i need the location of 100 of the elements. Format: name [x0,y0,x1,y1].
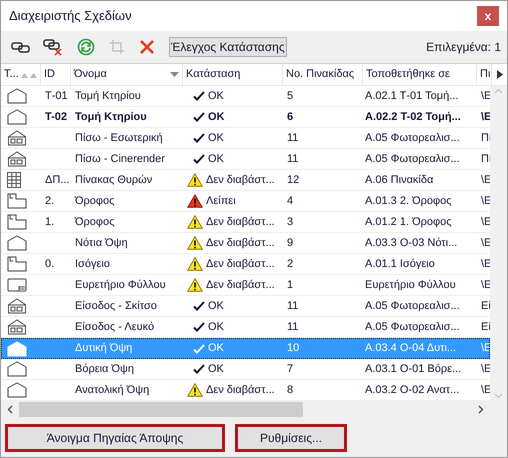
table-cell-text: Α.03.2 Ο-02 Ανατ... [365,382,460,398]
column-header[interactable]: Νο. Πινακίδας [286,66,354,83]
house-drawing-icon [7,151,27,167]
check-icon [193,344,205,354]
house-outline-icon [7,382,27,398]
dialog-button[interactable]: Ρυθμίσεις... [235,424,347,452]
table-cell-text: Ευρετήριο Φύλλου [365,278,456,293]
house-outline-icon [7,235,27,251]
house-drawing-icon [7,319,27,335]
warning-icon [187,236,203,250]
table-cell-text: 11 [287,130,298,146]
table-cell-text: Α.05 Φωτορεαλισ... [365,298,460,314]
table-cell-text: Δεν διαβάστ... [206,256,275,272]
sheet-icon [7,278,27,292]
table-cell-text: 1 [287,278,294,293]
column-header[interactable]: Τοποθετήθηκε σε [366,66,450,83]
house-outline-icon [7,88,27,104]
table-cell-text: ΟΚ [208,110,224,125]
table-cell-text: 11 [287,152,298,167]
dialog-button[interactable]: Άνοιγμα Πηγαίας Άποψης [5,424,225,452]
table-cell-text: 4 [287,194,294,209]
table-cell-text: Πίνακας Θυρών [75,172,152,188]
check-icon [193,112,205,122]
table-cell-text: ΟΚ [208,320,224,335]
table-cell-text: Είσοδος - Σκίτσο [75,298,157,314]
check-icon [193,133,205,143]
column-header[interactable]: Τ... [4,66,19,83]
check-icon [193,154,205,164]
table-cell-text: 11 [287,298,298,314]
check-icon [193,301,205,311]
table-cell-text: 3 [287,214,294,230]
table-cell-text: ΟΚ [208,341,224,356]
column-header[interactable]: ID [44,66,55,83]
table-cell-text: Α.01.3 2. Όροφος [365,194,452,209]
refresh-icon[interactable] [77,38,95,56]
column-header[interactable]: Κατάσταση [186,66,240,83]
table-cell-text: Τ-02 [45,110,68,125]
table-cell-text: Α.01.1 Ισόγειο [365,256,435,272]
check-icon [193,322,205,332]
table-cell-text: Α.05 Φωτορεαλισ... [365,320,460,335]
table-cell-text: Α.02.2 Τ-02 Τομή... [365,110,461,125]
scroll-right-icon[interactable] [478,405,484,414]
table-cell-text: 6 [287,110,294,125]
error-icon [187,194,203,208]
table-cell-text: ΟΚ [208,298,224,314]
table-cell-text: Όροφος [75,194,114,209]
table-cell-text: 12 [287,172,300,188]
table-cell-text: Α.05 Φωτορεαλισ... [365,152,460,167]
table-cell-text: Λείπει [206,194,236,209]
table-cell-text: 5 [287,88,294,104]
table-cell-text: Τομή Κτηρίου [75,88,141,104]
warning-icon [187,383,203,397]
house-drawing-icon [7,298,27,314]
table-cell-text: Δεν διαβάστ... [206,172,275,188]
table-cell-text: Δεν διαβάστ... [206,214,275,230]
table-cell-text: Τ-01 [45,88,68,104]
table-cell-text: ΟΚ [208,88,224,104]
warning-icon [187,278,203,292]
delete-icon[interactable] [139,39,155,55]
check-icon [193,91,205,101]
dropdown-icon[interactable] [170,72,179,77]
table-cell-text: Νότια Όψη [75,236,128,251]
warning-icon [187,173,203,187]
floor-plan-icon [7,214,27,230]
close-button[interactable]: x [477,6,499,26]
table-cell-text: 8 [287,382,294,398]
table-cell-text: Α.03.1 Ο-01 Βόρε... [365,362,462,377]
selection-count: Επιλεγμένα: 1 [426,39,501,56]
table-cell-text: Α.05 Φωτορεαλισ... [365,130,460,146]
table-row[interactable]: Είσοδος - Σκίτσο ΟΚ 11 Α.05 Φωτορεαλισ... Εί [1,296,490,317]
house-outline-icon [7,109,27,125]
floor-plan-icon [7,256,27,272]
table-cell-text: Δυτική Όψη [75,341,132,356]
table-cell-text: 7 [287,362,294,377]
table-cell-text: Ανατολική Όψη [75,382,150,398]
column-header[interactable]: Πι [480,66,490,83]
table-cell-text: ΟΚ [208,152,224,167]
table-cell-text: Πίσω - Cinerender [75,152,165,167]
scrollbar-thumb[interactable] [19,402,303,417]
table-cell-text: 0. [45,256,54,272]
table-cell-text: Α.01.2 1. Όροφος [365,214,452,230]
horizontal-scrollbar[interactable] [1,401,507,418]
scroll-left-icon[interactable] [7,405,13,414]
scroll-right-icon[interactable] [496,70,502,79]
table-cell-text: Α.02.1 Τ-01 Τομή... [365,88,458,104]
table-cell-text: 10 [287,341,300,356]
unlink-icon[interactable] [43,38,63,56]
table-cell-text: Α.03.3 Ο-03 Νότι... [365,236,458,251]
table-cell-text: 9 [287,236,294,251]
table-cell-text: Βόρεια Όψη [75,362,134,377]
table-cell-text: ΟΚ [208,362,224,377]
table-cell-text: Εί [481,298,491,314]
table-cell-text: ΔΠ... [45,172,70,188]
table-cell-text: Δεν διαβάστ... [206,236,275,251]
check-icon [193,364,205,374]
status-check-button[interactable]: Έλεγχος Κατάστασης [169,37,287,57]
table-cell-text: 2 [287,256,294,272]
link-icon[interactable] [11,40,31,54]
column-header[interactable]: Όνομα [74,66,107,83]
table-cell-text: 1. [45,214,54,230]
